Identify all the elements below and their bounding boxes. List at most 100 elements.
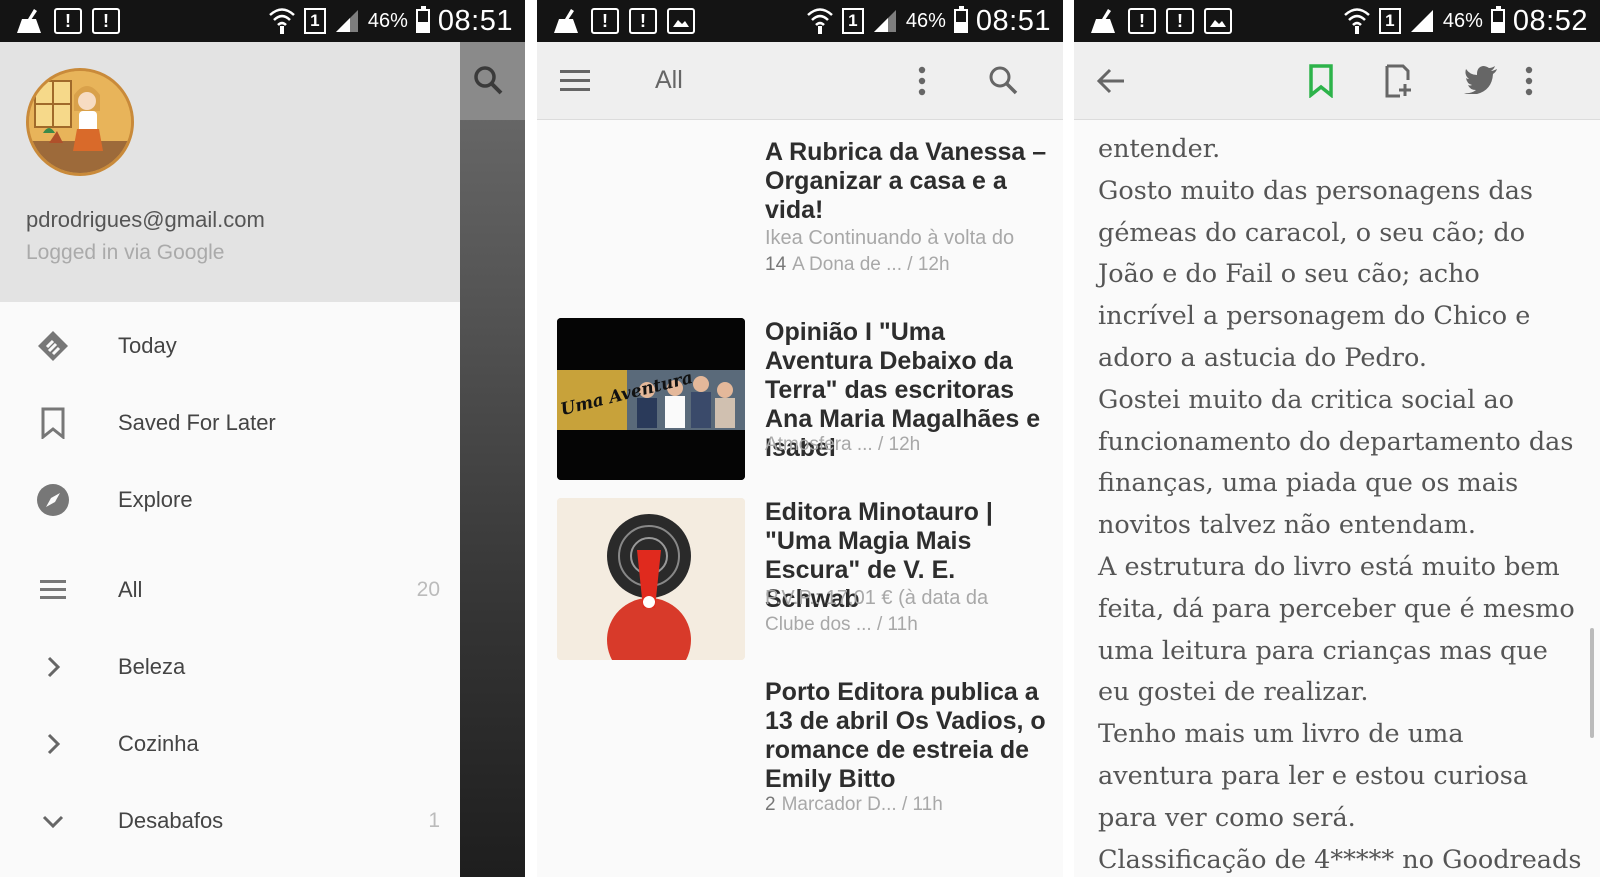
search-icon[interactable]: [987, 64, 1019, 96]
sim-icon: 1: [303, 8, 326, 34]
clock: 08:51: [975, 4, 1051, 37]
chevron-right-icon[interactable]: [36, 727, 70, 761]
chevron-right-icon[interactable]: [36, 650, 70, 684]
nav-label: Today: [118, 333, 177, 358]
source-time: A Dona de ... / 12h: [792, 254, 950, 275]
clock: 08:52: [1512, 4, 1588, 37]
scrollbar[interactable]: [1590, 628, 1594, 738]
twitter-icon[interactable]: [1464, 66, 1498, 94]
alert-icon: !: [1128, 8, 1156, 34]
article-meta: 2 Marcador D... / 11h: [765, 794, 1049, 816]
image-icon: [667, 8, 695, 34]
article-item[interactable]: A Rubrica da Vanessa – Organizar a casa …: [537, 120, 1063, 300]
article-thumbnail[interactable]: [557, 498, 745, 660]
nav-item-today[interactable]: Today: [0, 316, 460, 376]
alert-icon: !: [629, 8, 657, 34]
signal-icon: [1409, 8, 1435, 34]
article-snippet: Ikea Continuando à volta do: [765, 227, 1015, 249]
alert-icon: !: [54, 8, 82, 34]
article-item[interactable]: Uma Aventura Opinião I "Uma Aventura Deb…: [537, 300, 1063, 480]
nav-label: Beleza: [118, 654, 186, 679]
article-paragraph: Tenho mais um livro de uma aventura para…: [1098, 719, 1529, 833]
avatar[interactable]: [26, 68, 134, 176]
cleaner-icon: [1088, 7, 1118, 35]
more-options-icon[interactable]: [917, 66, 927, 96]
navigation-drawer: pdrodrigues@gmail.com Logged in via Goog…: [0, 42, 460, 877]
app-toolbar: All: [537, 42, 1063, 120]
battery-icon: [1490, 6, 1505, 33]
status-bar: ! ! 1 46% 08:51: [537, 0, 1063, 42]
image-icon: [1204, 8, 1232, 34]
nav-item-explore[interactable]: Explore: [0, 470, 460, 530]
more-options-icon[interactable]: [1524, 66, 1534, 96]
battery-percent: 46%: [367, 9, 408, 32]
nav-label: Explore: [118, 487, 193, 512]
cleaner-icon: [551, 7, 581, 35]
feedly-icon: [36, 329, 70, 363]
source-time: Marcador D... / 11h: [781, 794, 943, 815]
alert-icon: !: [1166, 8, 1194, 34]
wifi-icon: [268, 6, 296, 36]
engagement-count: 2: [765, 794, 776, 815]
article-body[interactable]: entender. Gosto muito das personagens da…: [1074, 121, 1600, 877]
wifi-icon: [1343, 6, 1371, 36]
article-paragraph: Classificação de 4***** no Goodreads: [1098, 844, 1582, 875]
phone-screen-feed: ! ! 1 46% 08:51 All A Rubrica da Vanessa…: [537, 0, 1063, 877]
toolbar-behind-scrim: [460, 42, 525, 120]
article-title[interactable]: Porto Editora publica a 13 de abril Os V…: [765, 678, 1049, 794]
menu-icon[interactable]: [559, 68, 591, 94]
signal-icon: [334, 8, 360, 34]
cleaner-icon: [14, 7, 44, 35]
article-meta: Clube dos ... / 11h: [765, 614, 1049, 636]
nav-item-cozinha[interactable]: Cozinha: [0, 714, 460, 774]
signal-icon: [872, 8, 898, 34]
status-bar: ! ! 1 46% 08:52: [1074, 0, 1600, 42]
battery-icon: [953, 6, 968, 33]
reader-toolbar: [1074, 42, 1600, 120]
unread-count: 1: [428, 809, 440, 832]
status-bar: ! ! 1 46% 08:51: [0, 0, 525, 42]
article-title[interactable]: A Rubrica da Vanessa – Organizar a casa …: [765, 138, 1049, 225]
article-paragraph: entender.: [1098, 134, 1221, 164]
login-method: Logged in via Google: [26, 241, 225, 264]
nav-item-saved-for-later[interactable]: Saved For Later: [0, 393, 460, 453]
alert-icon: !: [92, 8, 120, 34]
drawer-scrim[interactable]: [460, 42, 525, 877]
battery-icon: [415, 6, 430, 33]
sim-icon: 1: [841, 8, 864, 34]
article-thumbnail[interactable]: Uma Aventura: [557, 318, 745, 480]
add-to-board-icon[interactable]: [1384, 64, 1414, 98]
article-meta: 14 A Dona de ... / 12h: [765, 254, 1049, 276]
battery-percent: 46%: [1442, 9, 1483, 32]
sim-icon: 1: [1378, 8, 1401, 34]
nav-item-beleza[interactable]: Beleza: [0, 637, 460, 697]
bookmark-icon[interactable]: [1308, 64, 1334, 98]
phone-screen-reader: ! ! 1 46% 08:52 entender. Gosto muito da…: [1074, 0, 1600, 877]
chevron-down-icon[interactable]: [36, 804, 70, 838]
account-email: pdrodrigues@gmail.com: [26, 207, 265, 232]
article-paragraph: Gosto muito das personagens das gémeas d…: [1098, 175, 1534, 373]
alert-icon: !: [591, 8, 619, 34]
article-meta: Atmosfera ... / 12h: [765, 434, 1049, 456]
engagement-count: 14: [765, 254, 787, 275]
source-time: Clube dos ... / 11h: [765, 614, 918, 635]
nav-item-desabafos[interactable]: Desabafos 1: [0, 791, 460, 851]
unread-count: 20: [416, 578, 440, 601]
battery-percent: 46%: [905, 9, 946, 32]
search-icon[interactable]: [472, 64, 504, 96]
bookmark-icon: [36, 406, 70, 440]
list-icon: [36, 573, 70, 607]
nav-label: All: [118, 577, 143, 602]
feed-title: All: [655, 66, 683, 94]
article-item[interactable]: Editora Minotauro | "Uma Magia Mais Escu…: [537, 480, 1063, 660]
nav-label: Cozinha: [118, 731, 199, 756]
article-paragraph: A estrutura do livro está muito bem feit…: [1098, 551, 1575, 708]
compass-icon: [36, 483, 70, 517]
source-time: Atmosfera ... / 12h: [765, 434, 921, 455]
back-arrow-icon[interactable]: [1096, 66, 1126, 96]
nav-item-all[interactable]: All 20: [0, 560, 460, 620]
phone-screen-drawer: ! ! 1 46% 08:51 pdrodrigues@gmail.com Lo…: [0, 0, 525, 877]
drawer-header: pdrodrigues@gmail.com Logged in via Goog…: [0, 42, 460, 302]
article-snippet: P.V.P.: 17,01 € (à data da: [765, 587, 989, 609]
article-item[interactable]: Porto Editora publica a 13 de abril Os V…: [537, 660, 1063, 850]
